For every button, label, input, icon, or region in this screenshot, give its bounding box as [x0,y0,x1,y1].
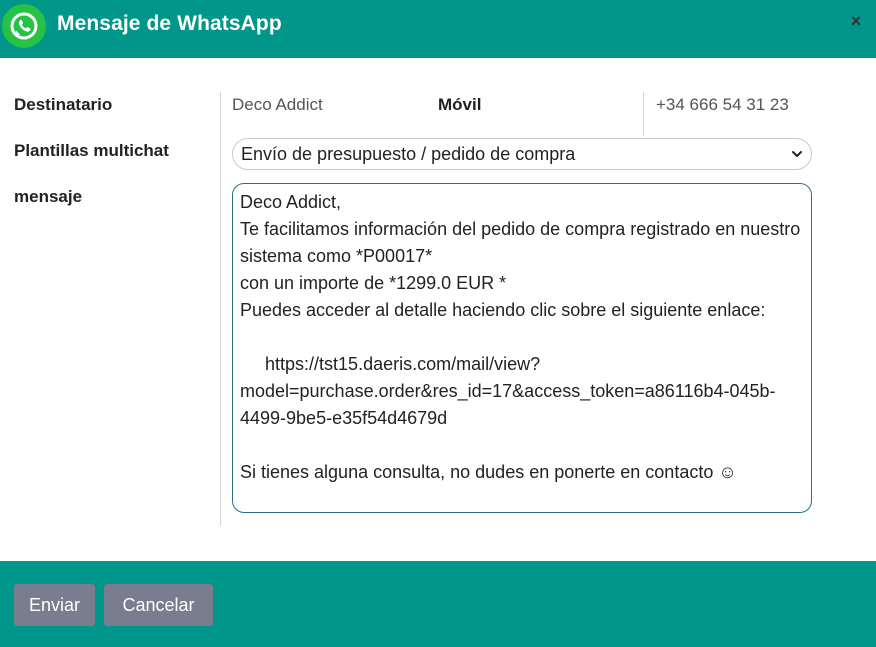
templates-label: Plantillas multichat [14,141,169,160]
send-button[interactable]: Enviar [14,584,95,626]
mobile-label: Móvil [438,95,482,114]
whatsapp-icon [2,4,46,48]
message-label: mensaje [14,187,83,206]
column-divider [220,92,221,526]
dialog-header: Mensaje de WhatsApp × [0,0,876,58]
cancel-button[interactable]: Cancelar [104,584,213,626]
mobile-number: +34 666 54 31 23 [656,95,789,114]
template-select-value: Envío de presupuesto / pedido de compra [241,144,576,164]
dialog-title: Mensaje de WhatsApp [57,12,282,35]
chevron-down-icon [792,151,802,157]
recipient-name: Deco Addict [232,95,323,114]
mobile-divider [643,92,644,136]
recipient-label: Destinatario [14,95,113,114]
template-select[interactable]: Envío de presupuesto / pedido de compra [232,138,812,170]
message-textarea[interactable]: Deco Addict, Te facilitamos información … [232,183,812,513]
close-icon[interactable]: × [848,11,864,31]
